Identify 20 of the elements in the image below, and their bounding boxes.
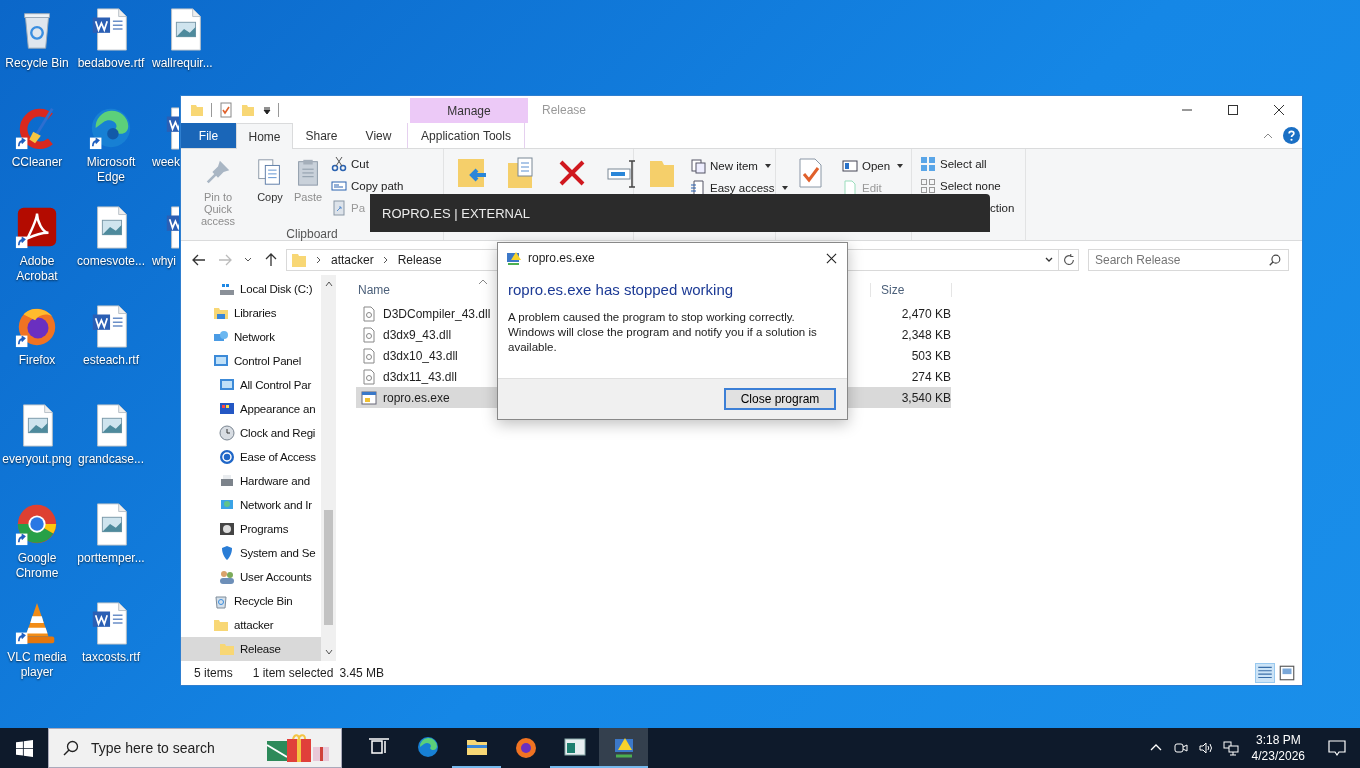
window-title: Release bbox=[542, 102, 588, 117]
file-size: 503 KB bbox=[910, 348, 951, 363]
file-name: ropro.es.exe bbox=[383, 390, 450, 405]
file-size: 3,540 KB bbox=[900, 390, 951, 405]
file-name: D3DCompiler_43.dll bbox=[383, 306, 491, 321]
banner-text: ROPRO.ES | EXTERNAL bbox=[382, 205, 530, 221]
item-count: 5 items bbox=[194, 666, 233, 680]
group-label: Clipboard bbox=[285, 227, 339, 241]
file-size: 274 KB bbox=[910, 369, 951, 384]
file-name: d3dx11_43.dll bbox=[383, 369, 457, 384]
selection-status: 1 item selected bbox=[252, 666, 334, 680]
dialog-heading: ropro.es.exe has stopped working bbox=[508, 281, 735, 298]
file-name: d3dx9_43.dll bbox=[383, 327, 452, 342]
selection-size: 3.45 MB bbox=[339, 666, 385, 680]
file-name: d3dx10_43.dll bbox=[383, 348, 458, 363]
file-size: 2,348 KB bbox=[900, 327, 951, 342]
file-size: 2,470 KB bbox=[900, 306, 951, 321]
dialog-message: A problem caused the program to stop working correctly. Windows will close the program and notify you if a solution is available. bbox=[508, 310, 818, 355]
dialog-title: ropro.es.exe bbox=[528, 251, 595, 265]
contextual-tab-header: Manage bbox=[410, 98, 528, 123]
